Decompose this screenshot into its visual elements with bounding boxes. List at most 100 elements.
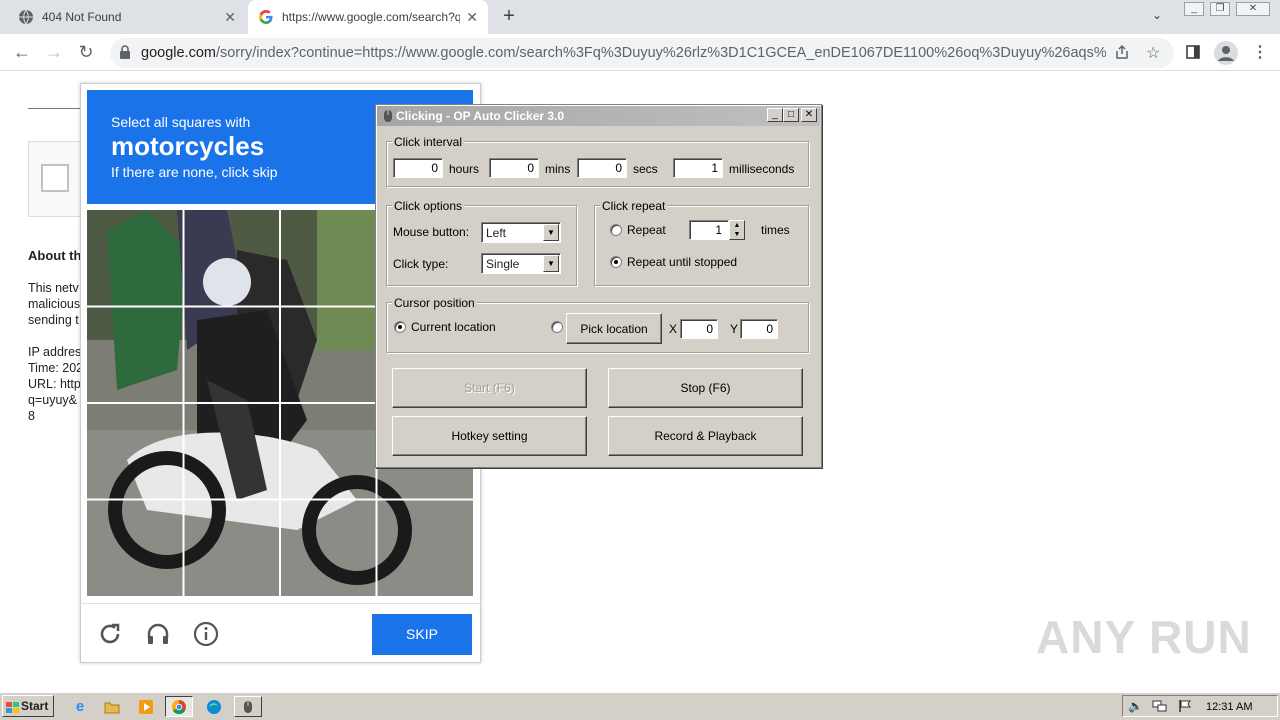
clock: 12:31 AM [1206,701,1253,713]
pick-location-button[interactable]: Pick location [566,313,662,344]
close-icon[interactable]: ✕ [801,108,817,122]
start-button[interactable]: Start (F6) [392,368,587,408]
group-label: Click interval [392,135,465,149]
maximize-icon[interactable]: □ [783,108,799,122]
times-label: times [761,223,790,237]
click-type-select[interactable]: Single ▼ [481,253,561,274]
record-playback-button[interactable]: Record & Playback [608,416,803,456]
windows-logo-icon [6,700,19,720]
hotkey-setting-button[interactable]: Hotkey setting [392,416,587,456]
milliseconds-input[interactable]: 1 [673,158,723,178]
x-label: X [669,322,678,336]
dropdown-arrow-icon[interactable]: ▼ [543,255,559,272]
page-info-line: Time: 202 [28,361,84,375]
secs-input[interactable]: 0 [577,158,627,178]
system-tray [1122,695,1278,717]
bookmark-star-icon[interactable]: ☆ [1146,43,1160,63]
mins-input[interactable]: 0 [489,158,539,178]
skip-button[interactable]: SKIP [372,614,472,655]
y-label: Y [730,322,739,336]
chrome-taskbar-icon[interactable] [165,696,193,717]
hours-label: hours [449,162,480,176]
page-info-line: IP addres [28,345,82,359]
page-paragraph-line: malicious [28,297,81,311]
folder-icon[interactable] [98,696,126,717]
tab-title: 404 Not Found [42,10,122,24]
media-player-icon[interactable] [132,696,160,717]
group-label: Cursor position [392,296,477,310]
share-icon[interactable] [1114,44,1130,63]
prompt-text: Select all squares with [111,114,251,130]
window-title: Clicking - OP Auto Clicker 3.0 [396,109,565,123]
profile-avatar[interactable] [1214,41,1238,65]
prompt-target: motorcycles [111,131,265,161]
close-tab-icon[interactable]: ✕ [224,9,236,26]
reload-icon[interactable]: ↻ [74,41,98,65]
repeat-label: Repeat [627,223,666,237]
milliseconds-label: milliseconds [729,162,795,176]
repeat-radio[interactable] [610,224,622,236]
restore-icon[interactable]: ❐ [1210,2,1230,16]
back-arrow-icon[interactable]: ← [10,41,34,65]
tab-title: https://www.google.com/search?q= [282,10,460,24]
repeat-spinner[interactable]: ▲ ▼ [729,220,745,240]
kebab-menu-icon[interactable]: ⋮ [1252,42,1268,62]
stop-button[interactable]: Stop (F6) [608,368,803,408]
start-label: Start [21,699,49,713]
x-input[interactable]: 0 [680,319,718,339]
action-center-flag-icon[interactable] [1178,699,1192,716]
edge-icon[interactable] [200,696,228,717]
mouse-app-icon [383,109,393,126]
recaptcha-checkbox[interactable] [41,164,69,192]
click-repeat-group [594,205,809,286]
y-input[interactable]: 0 [740,319,778,339]
current-location-label: Current location [411,320,496,334]
mins-label: mins [545,162,571,176]
auto-clicker-taskbar-icon[interactable] [234,696,262,717]
minimize-icon[interactable]: _ [1184,2,1204,16]
repeat-until-stopped-label: Repeat until stopped [627,255,738,269]
start-button[interactable]: Start [2,695,54,717]
tab-search-chevron-icon[interactable]: ⌄ [1152,8,1162,22]
page-info-line: q=uyuy& [28,393,77,407]
group-label: Click options [392,199,465,213]
secs-label: secs [633,162,658,176]
page-paragraph-line: This netv [28,281,79,295]
about-heading: About th [28,248,82,263]
recaptcha-footer-divider [80,603,481,604]
minimize-icon[interactable]: _ [767,108,783,122]
reload-icon[interactable] [96,620,124,648]
ie-icon[interactable]: e [66,696,94,717]
google-g-icon [258,9,274,25]
info-icon[interactable] [192,620,220,648]
page-info-line: URL: http [28,377,81,391]
click-type-value: Single [486,257,520,271]
group-label: Click repeat [600,199,668,213]
page-info-line: 8 [28,409,35,423]
current-location-radio[interactable] [394,321,406,333]
page-paragraph-line: sending t [28,313,79,327]
new-tab-button[interactable]: + [498,6,520,28]
side-panel-icon[interactable] [1186,45,1200,62]
auto-clicker-titlebar[interactable]: Clicking - OP Auto Clicker 3.0 [377,106,820,126]
repeat-until-stopped-radio[interactable] [610,256,622,268]
mouse-button-select[interactable]: Left ▼ [481,222,561,243]
url-path: /sorry/index?continue=https://www.google… [215,45,1106,61]
mouse-button-label: Mouse button: [393,225,470,239]
lock-icon[interactable] [119,45,131,62]
pick-location-radio[interactable] [551,321,563,333]
close-window-icon[interactable]: ✕ [1236,2,1270,16]
forward-arrow-icon[interactable]: → [42,41,66,65]
volume-icon[interactable]: 🔈 [1128,699,1143,713]
tab-404[interactable]: 404 Not Found ✕ [8,0,246,34]
close-tab-icon[interactable]: ✕ [466,9,478,26]
url-text[interactable]: google.com/sorry/index?continue=https://… [141,45,1106,61]
click-type-label: Click type: [393,257,449,271]
headphones-icon[interactable] [144,620,172,648]
dropdown-arrow-icon[interactable]: ▼ [543,224,559,241]
tab-google-search[interactable]: https://www.google.com/search?q= ✕ [248,0,488,34]
hours-input[interactable]: 0 [393,158,443,178]
repeat-count-input[interactable]: 1 [689,220,729,240]
network-icon[interactable] [1152,699,1168,716]
page-divider [28,108,88,109]
